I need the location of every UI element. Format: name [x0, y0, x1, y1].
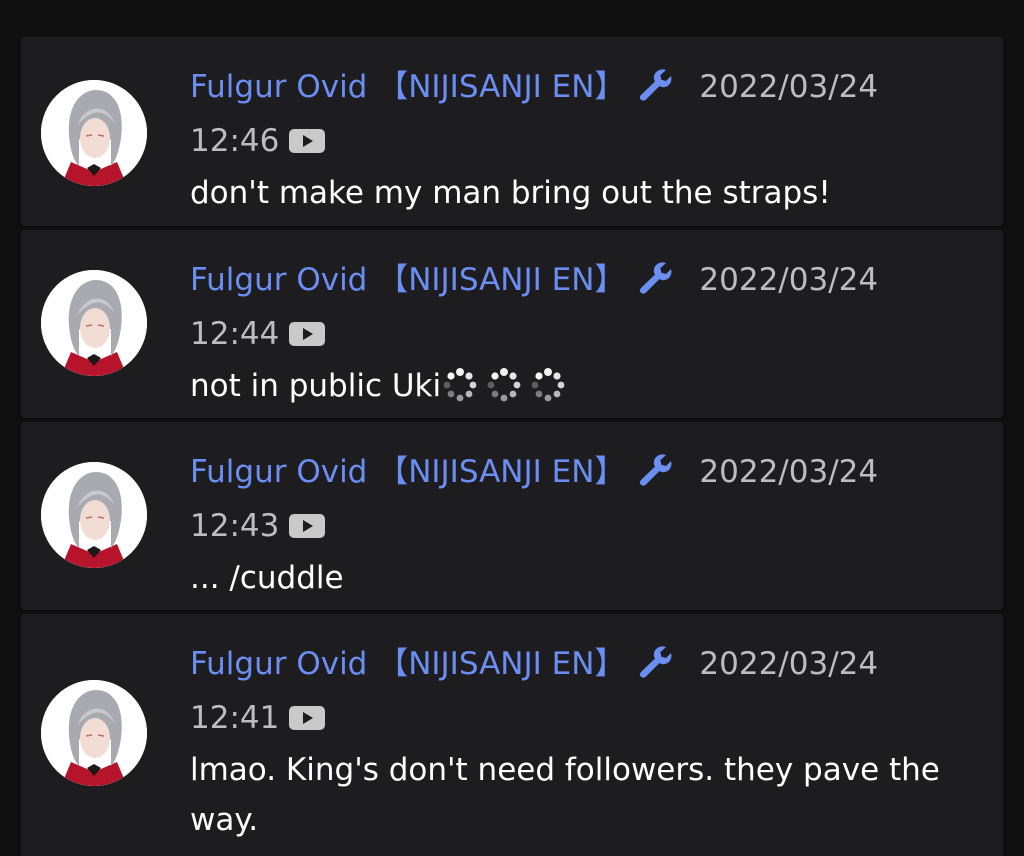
youtube-play-icon[interactable] [289, 311, 326, 361]
comment-card: Fulgur Ovid 【NIJISANJI EN】 2022/03/24 12:… [21, 422, 1003, 610]
comment-date: 2022/03/24 [699, 646, 879, 682]
avatar[interactable] [41, 270, 147, 376]
comment-card: Fulgur Ovid 【NIJISANJI EN】 2022/03/24 12:… [21, 37, 1003, 226]
comment-timestamp[interactable]: 12:46 [190, 123, 279, 159]
comment-card: Fulgur Ovid 【NIJISANJI EN】 2022/03/24 12:… [21, 230, 1003, 418]
comment-content: Fulgur Ovid 【NIJISANJI EN】 2022/03/24 12:… [190, 639, 963, 845]
loading-spinner-emoji [531, 368, 565, 410]
youtube-play-icon[interactable] [289, 503, 326, 553]
comment-date: 2022/03/24 [699, 262, 879, 298]
comment-message: lmao. King's don't need followers. they … [190, 752, 940, 838]
author-name[interactable]: Fulgur Ovid 【NIJISANJI EN】 [190, 646, 625, 682]
wrench-icon [637, 66, 673, 116]
comment-date: 2022/03/24 [699, 69, 879, 105]
avatar[interactable] [41, 462, 147, 568]
author-name[interactable]: Fulgur Ovid 【NIJISANJI EN】 [190, 262, 625, 298]
comment-date: 2022/03/24 [699, 454, 879, 490]
comment-message: ... /cuddle [190, 560, 344, 596]
loading-spinner-emoji [487, 368, 521, 410]
wrench-icon [637, 643, 673, 693]
comment-card: Fulgur Ovid 【NIJISANJI EN】 2022/03/24 12:… [21, 614, 1003, 856]
comment-feed: Fulgur Ovid 【NIJISANJI EN】 2022/03/24 12:… [21, 37, 1003, 856]
comment-message: don't make my man bring out the straps! [190, 175, 831, 211]
author-name[interactable]: Fulgur Ovid 【NIJISANJI EN】 [190, 69, 625, 105]
comment-timestamp[interactable]: 12:41 [190, 700, 279, 736]
wrench-icon [637, 259, 673, 309]
comment-timestamp[interactable]: 12:43 [190, 508, 279, 544]
emoji-group [443, 367, 575, 417]
youtube-play-icon[interactable] [289, 695, 326, 745]
comment-content: Fulgur Ovid 【NIJISANJI EN】 2022/03/24 12:… [190, 255, 963, 417]
youtube-play-icon[interactable] [289, 118, 326, 168]
wrench-icon [637, 451, 673, 501]
author-name[interactable]: Fulgur Ovid 【NIJISANJI EN】 [190, 454, 625, 490]
avatar[interactable] [41, 680, 147, 786]
comment-timestamp[interactable]: 12:44 [190, 316, 279, 352]
comment-content: Fulgur Ovid 【NIJISANJI EN】 2022/03/24 12:… [190, 447, 963, 603]
loading-spinner-emoji [443, 368, 477, 410]
comment-message: not in public Uki [190, 368, 442, 404]
comment-content: Fulgur Ovid 【NIJISANJI EN】 2022/03/24 12:… [190, 62, 963, 218]
avatar[interactable] [41, 80, 147, 186]
